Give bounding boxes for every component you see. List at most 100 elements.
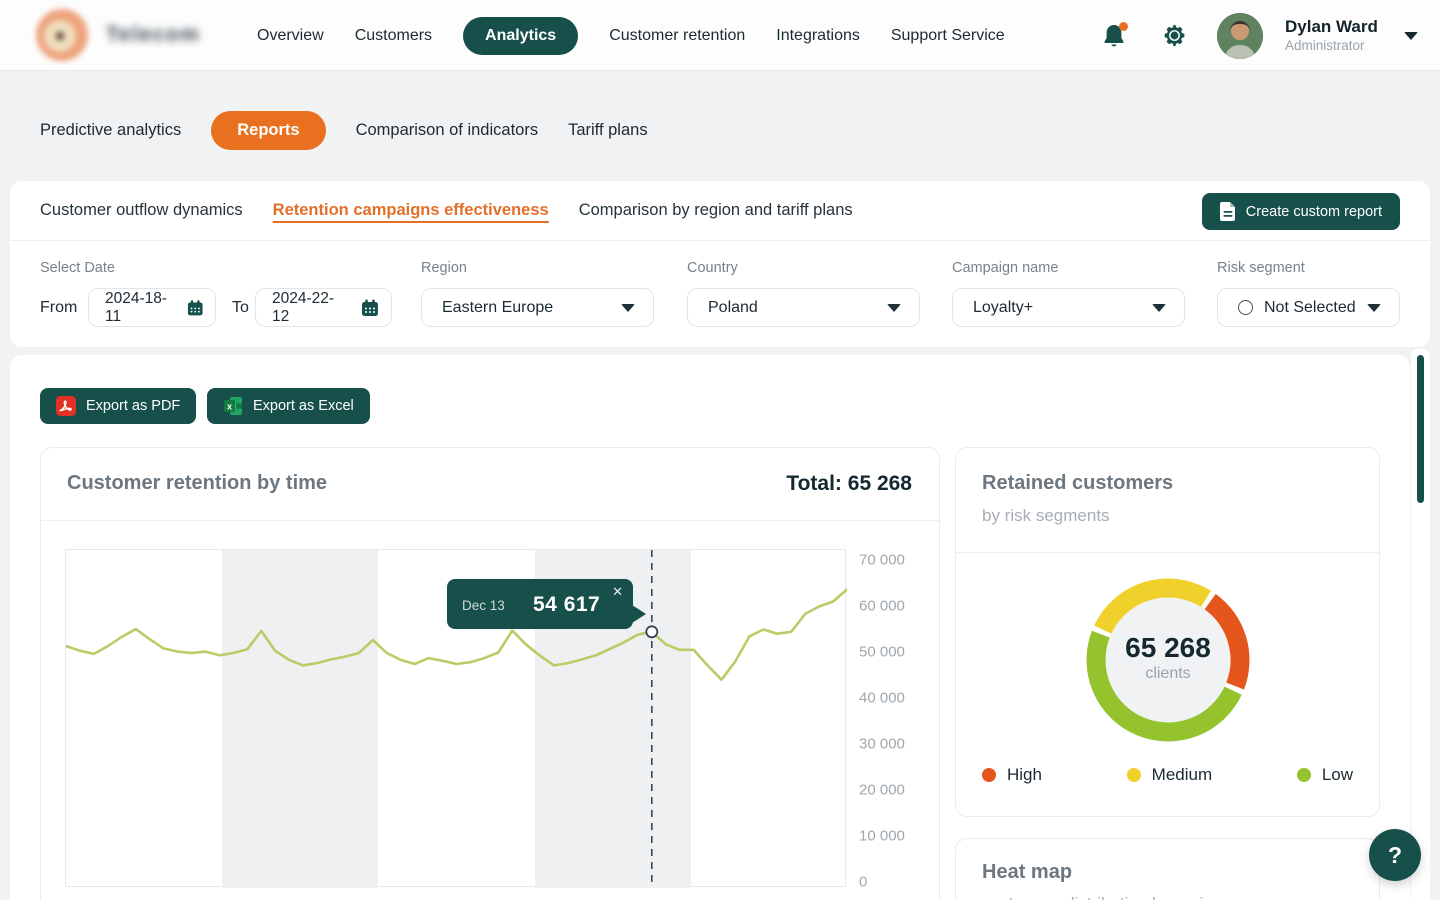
country-value: Poland: [708, 299, 758, 317]
subtab-comparison-by-region-and-tariff-plans[interactable]: Comparison by region and tariff plans: [579, 201, 853, 220]
donut-center-label: clients: [1068, 665, 1268, 683]
user-avatar[interactable]: [1217, 13, 1263, 59]
y-tick: 0: [859, 874, 867, 891]
divider: [956, 552, 1379, 553]
date-to-value: 2024-22-12: [272, 290, 351, 326]
create-custom-report-label: Create custom report: [1246, 204, 1382, 220]
donut-center-value: 65 268: [1068, 632, 1268, 664]
y-tick: 70 000: [859, 552, 905, 569]
retention-line-chart-card: Customer retention by time Total: 65 268…: [40, 447, 940, 900]
user-role: Administrator: [1285, 38, 1378, 55]
risk-legend: High Medium Low: [982, 765, 1353, 785]
chevron-down-icon: [887, 304, 901, 312]
legend-label-low: Low: [1322, 765, 1353, 785]
chart-tooltip: Dec 13 54 617 ✕: [447, 579, 633, 629]
retained-customers-card: Retained customers by risk segments 65 2…: [955, 447, 1380, 817]
date-from-input[interactable]: 2024-18-11: [88, 288, 216, 327]
select-date-label: Select Date: [40, 260, 115, 276]
risk-segment-label: Risk segment: [1217, 260, 1305, 276]
subtab-retention-campaigns-effectiveness-active[interactable]: Retention campaigns effectiveness: [273, 201, 549, 220]
region-value: Eastern Europe: [442, 299, 553, 317]
legend-item-high: High: [982, 765, 1042, 785]
risk-segment-value: Not Selected: [1264, 299, 1356, 317]
scrollbar-track[interactable]: [1411, 348, 1430, 900]
tab-reports-active[interactable]: Reports: [211, 111, 325, 150]
legend-dot-high: [982, 768, 996, 782]
y-tick: 20 000: [859, 782, 905, 799]
calendar-icon: [361, 299, 379, 317]
radio-circle-icon: [1238, 300, 1253, 315]
tooltip-value: 54 617: [533, 593, 600, 617]
export-excel-label: Export as Excel: [253, 398, 354, 414]
help-button[interactable]: ?: [1369, 829, 1421, 881]
user-cluster: Dylan Ward Administrator: [1101, 0, 1418, 71]
svg-text:x: x: [227, 402, 232, 412]
tooltip-arrow: [632, 605, 646, 623]
tab-tariff-plans[interactable]: Tariff plans: [568, 121, 648, 140]
region-select[interactable]: Eastern Europe: [421, 288, 654, 327]
tab-comparison-of-indicators[interactable]: Comparison of indicators: [356, 121, 539, 140]
donut-title: Retained customers: [982, 472, 1173, 495]
notification-dot: [1119, 22, 1128, 31]
heat-map-subtitle: customers distribution by region: [982, 894, 1222, 900]
nav-item-support-service[interactable]: Support Service: [891, 27, 1005, 45]
region-label: Region: [421, 260, 467, 276]
notifications-button[interactable]: [1101, 23, 1127, 49]
from-label: From: [40, 299, 77, 317]
subtab-customer-outflow-dynamics[interactable]: Customer outflow dynamics: [40, 201, 243, 220]
settings-button[interactable]: [1161, 23, 1187, 49]
export-pdf-label: Export as PDF: [86, 398, 180, 414]
calendar-icon: [187, 299, 203, 317]
filters-row: Select Date From 2024-18-11 To 2024-22-1…: [10, 241, 1430, 347]
risk-segment-select[interactable]: Not Selected: [1217, 288, 1400, 327]
main-nav: Overview Customers Analytics Customer re…: [257, 0, 1005, 71]
donut-chart: 65 268 clients: [1068, 560, 1268, 760]
legend-item-medium: Medium: [1127, 765, 1212, 785]
y-tick: 40 000: [859, 690, 905, 707]
y-tick: 30 000: [859, 736, 905, 753]
campaign-value: Loyalty+: [973, 299, 1033, 317]
campaign-name-label: Campaign name: [952, 260, 1058, 276]
report-subtabs: Customer outflow dynamics Retention camp…: [10, 181, 1430, 241]
analytics-tabs: Predictive analytics Reports Comparison …: [40, 111, 648, 150]
legend-label-high: High: [1007, 765, 1042, 785]
donut-center: 65 268 clients: [1068, 632, 1268, 683]
nav-item-integrations[interactable]: Integrations: [776, 27, 860, 45]
line-chart-title: Customer retention by time: [67, 472, 327, 495]
date-to-input[interactable]: 2024-22-12: [255, 288, 392, 327]
excel-file-icon: x: [223, 396, 243, 416]
heat-map-title: Heat map: [982, 861, 1072, 884]
top-navbar: Telecom Overview Customers Analytics Cus…: [0, 0, 1440, 71]
to-label: To: [232, 299, 249, 317]
chevron-down-icon: [1367, 304, 1381, 312]
campaign-select[interactable]: Loyalty+: [952, 288, 1185, 327]
y-tick: 50 000: [859, 644, 905, 661]
export-pdf-button[interactable]: Export as PDF: [40, 388, 196, 424]
legend-label-medium: Medium: [1152, 765, 1212, 785]
date-from-value: 2024-18-11: [105, 290, 177, 326]
y-tick: 10 000: [859, 828, 905, 845]
tab-predictive-analytics[interactable]: Predictive analytics: [40, 121, 181, 140]
create-custom-report-button[interactable]: Create custom report: [1202, 193, 1400, 230]
donut-subtitle: by risk segments: [982, 506, 1110, 526]
nav-item-overview[interactable]: Overview: [257, 27, 324, 45]
user-menu-chevron-down-icon[interactable]: [1404, 32, 1418, 40]
brand[interactable]: Telecom: [36, 9, 200, 61]
nav-item-customer-retention[interactable]: Customer retention: [609, 27, 745, 45]
pdf-file-icon: [56, 396, 76, 416]
y-tick: 60 000: [859, 598, 905, 615]
user-name: Dylan Ward: [1285, 16, 1378, 37]
gear-icon: [1162, 23, 1187, 48]
chevron-down-icon: [1152, 304, 1166, 312]
report-content-card: Export as PDF x Export as Excel Customer…: [10, 355, 1410, 900]
export-excel-button[interactable]: x Export as Excel: [207, 388, 370, 424]
tooltip-close-icon[interactable]: ✕: [612, 584, 623, 600]
scrollbar-thumb[interactable]: [1417, 355, 1424, 503]
brand-name: Telecom: [106, 23, 200, 47]
chevron-down-icon: [621, 304, 635, 312]
nav-item-analytics-active[interactable]: Analytics: [463, 17, 578, 55]
legend-dot-medium: [1127, 768, 1141, 782]
nav-item-customers[interactable]: Customers: [355, 27, 432, 45]
country-select[interactable]: Poland: [687, 288, 920, 327]
brand-logo-icon: [36, 9, 88, 61]
